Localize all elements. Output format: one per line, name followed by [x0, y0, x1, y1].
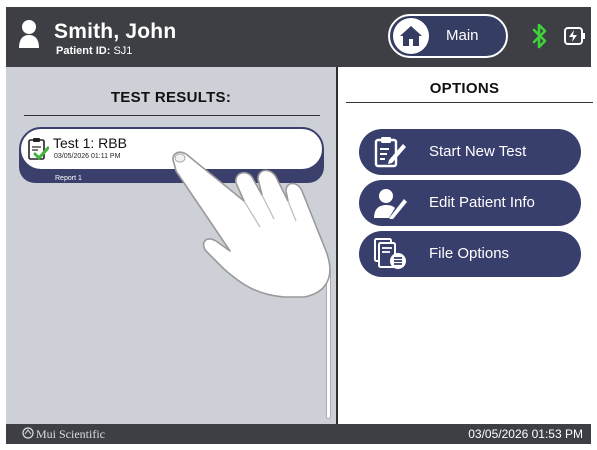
clipboard-check-icon — [28, 138, 49, 160]
battery-charging-icon — [564, 27, 585, 45]
main-button-label: Main — [446, 27, 479, 44]
footer-datetime: 03/05/2026 01:53 PM — [468, 427, 583, 441]
footer-bar: Mui Scientific 03/05/2026 01:53 PM — [6, 424, 591, 444]
main-button[interactable]: Main — [388, 14, 508, 58]
brand-name: Mui Scientific — [36, 427, 105, 441]
mui-logo-icon — [22, 427, 34, 439]
bluetooth-icon — [532, 23, 547, 49]
options-title: OPTIONS — [429, 80, 500, 97]
pointing-hand-icon — [172, 151, 331, 298]
home-icon-circle — [393, 18, 429, 54]
start-new-test-label: Start New Test — [429, 143, 527, 160]
file-options-label: File Options — [429, 245, 510, 262]
home-icon — [400, 26, 422, 46]
file-list-icon — [374, 238, 406, 269]
file-options-button[interactable]: File Options — [359, 231, 581, 277]
start-new-test-button[interactable]: Start New Test — [359, 129, 581, 175]
result-report-label: Report 1 — [55, 175, 82, 182]
options-divider — [346, 102, 593, 103]
result-date: 03/05/2026 01:11 PM — [54, 153, 121, 160]
patient-id-label: Patient ID: — [56, 45, 111, 57]
test-results-title: TEST RESULTS: — [110, 89, 232, 106]
options-panel: OPTIONS Start New Test Edit Patient Info — [338, 67, 593, 424]
edit-patient-info-label: Edit Patient Info — [429, 194, 535, 211]
patient-name: Smith, John — [54, 20, 177, 43]
user-icon — [19, 20, 39, 48]
patient-id-value: SJ1 — [113, 45, 133, 57]
clipboard-edit-icon — [374, 137, 406, 168]
test-results-divider — [24, 115, 320, 116]
user-edit-icon — [374, 189, 407, 219]
app-frame: Smith, John Patient ID: SJ1 Main TEST RE… — [6, 7, 593, 444]
result-title: Test 1: RBB — [53, 135, 127, 151]
edit-patient-info-button[interactable]: Edit Patient Info — [359, 180, 581, 226]
patient-id-line: Patient ID: SJ1 — [56, 45, 132, 57]
header-bar: Smith, John Patient ID: SJ1 Main — [6, 7, 591, 67]
